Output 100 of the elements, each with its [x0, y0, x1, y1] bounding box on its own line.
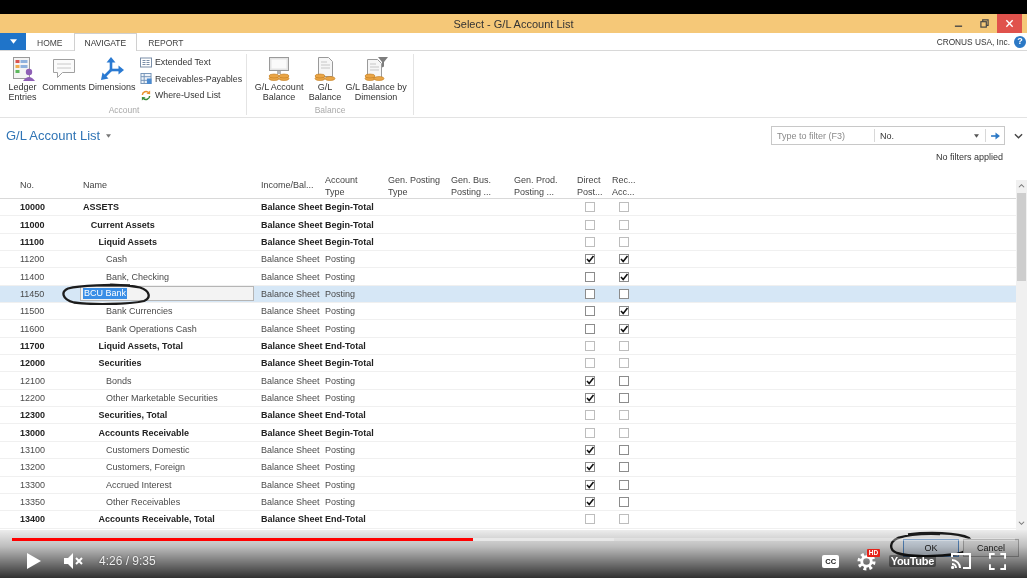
checkbox[interactable]: [585, 219, 595, 230]
checkbox[interactable]: [585, 497, 595, 507]
monitor-coins-icon: [267, 57, 292, 81]
dialog-button[interactable]: Cancel: [963, 539, 1019, 557]
checkbox[interactable]: [619, 375, 629, 386]
checkbox[interactable]: [619, 497, 629, 507]
ribbon-button[interactable]: Where-Used List: [140, 87, 244, 104]
checkbox[interactable]: [585, 288, 595, 299]
checkbox[interactable]: [585, 445, 595, 455]
ribbon-button[interactable]: G/L Account Balance: [251, 54, 308, 105]
filter-bar[interactable]: Type to filter (F3) No.: [771, 126, 1005, 145]
checkbox[interactable]: [585, 375, 595, 386]
table-cell: Balance Sheet: [261, 462, 320, 473]
checkbox[interactable]: [619, 323, 629, 334]
ribbon-button[interactable]: Dimensions: [88, 54, 136, 105]
close-button[interactable]: [997, 14, 1022, 33]
checkbox[interactable]: [619, 219, 629, 230]
checkbox[interactable]: [619, 427, 629, 438]
ribbon-button[interactable]: G/L Balance: [307, 54, 344, 105]
table-icon: [140, 73, 152, 85]
ribbon-tab[interactable]: HOME: [26, 33, 74, 51]
checkbox[interactable]: [585, 479, 595, 490]
checkbox[interactable]: [585, 392, 595, 403]
column-header[interactable]: Direct Post...: [577, 174, 603, 198]
checkbox[interactable]: [585, 202, 595, 213]
column-header[interactable]: Gen. Posting Type: [388, 174, 442, 198]
checkbox[interactable]: [585, 271, 595, 282]
checkbox[interactable]: [585, 236, 595, 247]
checkbox[interactable]: [619, 306, 629, 317]
checkbox[interactable]: [585, 254, 595, 265]
column-header[interactable]: Name: [83, 179, 107, 191]
youtube-logo[interactable]: YouTube: [888, 555, 936, 567]
table-row[interactable]: 12000 Securities Balance Sheet Begin-Total: [0, 355, 1016, 373]
checkbox[interactable]: [585, 514, 595, 525]
ribbon-tab[interactable]: NAVIGATE: [73, 33, 138, 51]
table-cell: Balance Sheet: [261, 445, 320, 455]
account-name: Current Assets: [89, 219, 155, 230]
table-cell: Posting: [325, 375, 356, 386]
table-cell: End-Total: [325, 340, 366, 351]
table-cell: Balance Sheet: [261, 306, 320, 317]
application-menu-button[interactable]: [0, 33, 26, 50]
table-row[interactable]: 13200 Customers, Foreign Balance Sheet Posting: [0, 459, 1016, 477]
checkbox[interactable]: [619, 392, 629, 403]
document-person-icon: [10, 57, 35, 81]
checkbox[interactable]: [619, 358, 629, 369]
scrollbar-thumb[interactable]: [1017, 193, 1026, 281]
table-cell: Posting: [325, 479, 356, 490]
account-number: 13350: [20, 497, 46, 507]
checkbox[interactable]: [619, 271, 629, 282]
account-name: Liquid Assets: [97, 236, 158, 247]
ribbon-button[interactable]: G/L Balance by Dimension: [343, 54, 410, 105]
checkbox[interactable]: [619, 340, 629, 351]
column-header[interactable]: Account Type: [325, 174, 379, 198]
scroll-down-icon[interactable]: [1018, 521, 1025, 526]
column-header[interactable]: Rec... Acc...: [612, 174, 640, 198]
help-button[interactable]: ?: [1014, 35, 1026, 48]
checkbox[interactable]: [619, 236, 629, 247]
table-row[interactable]: 12300 Securities, Total Balance Sheet End-Total: [0, 407, 1016, 425]
table-row[interactable]: 11200 Cash Balance Sheet Posting: [0, 251, 1016, 269]
table-row[interactable]: 10000 ASSETS Balance Sheet Begin-Total: [0, 199, 1016, 217]
checkbox[interactable]: [585, 410, 595, 421]
checkbox[interactable]: [619, 202, 629, 213]
checkbox[interactable]: [619, 254, 629, 265]
column-header[interactable]: No.: [20, 179, 34, 191]
account-number: 12300: [20, 410, 46, 421]
column-header[interactable]: Gen. Prod. Posting ...: [514, 174, 568, 198]
checkbox[interactable]: [585, 306, 595, 317]
checkbox[interactable]: [585, 340, 595, 351]
three-arrows-icon: [100, 57, 124, 81]
checkbox[interactable]: [619, 288, 629, 299]
settings-icon[interactable]: [857, 551, 877, 571]
ribbon-button[interactable]: Comments: [40, 54, 88, 105]
filter-field-dropdown[interactable]: No.: [874, 129, 985, 142]
column-header[interactable]: Income/Bal...: [261, 179, 314, 191]
checkbox[interactable]: [585, 358, 595, 369]
account-number: 11450: [20, 288, 45, 299]
checkbox[interactable]: [585, 427, 595, 438]
account-name: Customers Domestic: [105, 445, 190, 455]
table-row[interactable]: 13400 Accounts Receivable, Total Balance Sheet End-Total: [0, 511, 1016, 529]
ribbon-button[interactable]: Receivables-Payables: [140, 70, 244, 87]
checkbox[interactable]: [619, 445, 629, 455]
ribbon-button[interactable]: Extended Text: [140, 54, 244, 71]
table-row[interactable]: 11500 Bank Currencies Balance Sheet Posting: [0, 303, 1016, 321]
checkbox[interactable]: [585, 462, 595, 473]
checkbox[interactable]: [619, 410, 629, 421]
column-header[interactable]: Gen. Bus. Posting ...: [451, 174, 505, 198]
caret-icon[interactable]: [106, 133, 112, 138]
progress-bar[interactable]: [12, 538, 1015, 541]
ribbon-tab[interactable]: REPORT: [137, 33, 195, 51]
scroll-up-icon[interactable]: [1018, 183, 1025, 188]
checkbox[interactable]: [585, 323, 595, 334]
checkbox[interactable]: [619, 479, 629, 490]
scrollbar[interactable]: [1016, 180, 1027, 530]
checkbox[interactable]: [619, 514, 629, 525]
ribbon-button[interactable]: Ledger Entries: [5, 54, 40, 105]
filter-input-field[interactable]: Type to filter (F3): [772, 127, 874, 144]
table-cell: Posting: [325, 497, 356, 507]
table-cell: Begin-Total: [325, 219, 374, 230]
table-cell: Balance Sheet: [261, 479, 320, 490]
checkbox[interactable]: [619, 462, 629, 473]
